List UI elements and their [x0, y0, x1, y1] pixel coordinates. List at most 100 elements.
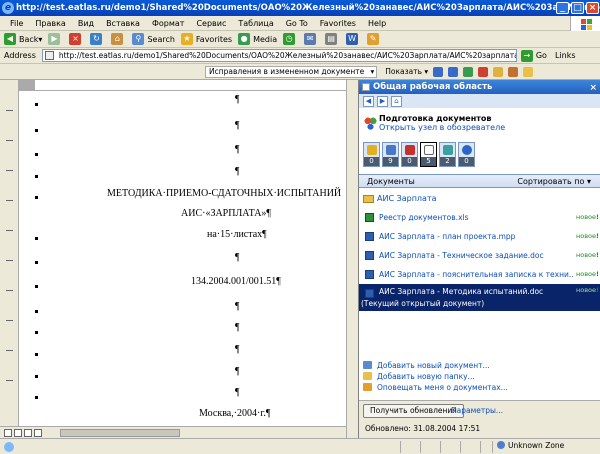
documents-label: Документы [367, 177, 415, 186]
paragraph-mark [35, 196, 38, 199]
discuss-button[interactable]: ✎ [367, 33, 382, 45]
list-item-selected[interactable]: АИС Зарплата - Методика испытаний.doc нов… [359, 284, 600, 311]
review-mode-dropdown[interactable]: Исправления в измененном документе [205, 65, 378, 78]
word-icon: W [346, 33, 359, 45]
menu-goto[interactable]: Go To [280, 19, 314, 28]
mail-button[interactable]: ✉ [304, 33, 319, 45]
open-site-link[interactable]: Открыть узел в обозревателе [379, 123, 505, 132]
track-changes-icon[interactable] [508, 66, 519, 77]
reject-change-icon[interactable] [478, 66, 489, 77]
reviewing-toolbar: Исправления в измененном документе Показ… [0, 64, 600, 80]
get-updates-button[interactable]: Получить обновления [363, 404, 464, 418]
excel-file-icon [365, 213, 374, 222]
project-file-icon [365, 232, 374, 241]
menu-edit[interactable]: Правка [29, 19, 71, 28]
new-folder-icon [363, 372, 372, 380]
show-dropdown[interactable]: Показать ▾ [385, 67, 428, 76]
home-icon[interactable]: ⌂ [391, 95, 402, 107]
window-title: http://test.eatlas.ru/demo1/Shared%20Doc… [16, 3, 600, 13]
home-button[interactable]: ⌂ [111, 33, 126, 45]
new-badge: новое! [573, 284, 599, 296]
page-icon [44, 51, 54, 60]
list-item[interactable]: АИС Зарплата - Техническое задание.doc но… [359, 246, 600, 265]
document-page[interactable]: ¶ ¶ ¶ ¶ МЕТОДИКА·ПРИЕМО-СДАТОЧНЫХ·ИСПЫТА… [19, 91, 346, 426]
pilcrow: ¶ [235, 301, 240, 312]
workspace-tabs: 0 9 0 5 2 0 [363, 142, 477, 167]
insert-comment-icon[interactable] [493, 66, 504, 77]
tab-status[interactable]: 0 [363, 142, 380, 167]
search-button[interactable]: ⚲ Search [132, 33, 175, 45]
menu-table[interactable]: Таблица [232, 19, 279, 28]
menu-insert[interactable]: Вставка [100, 19, 146, 28]
add-folder-link[interactable]: Добавить новую папку... [363, 371, 597, 382]
normal-view-icon[interactable] [4, 429, 12, 437]
print-button[interactable]: ▤ [325, 33, 340, 45]
tab-tasks[interactable]: 0 [401, 142, 418, 167]
menu-format[interactable]: Формат [146, 19, 190, 28]
forward-arrow-icon[interactable]: ▶ [377, 95, 388, 107]
stop-button[interactable]: × [69, 33, 84, 45]
previous-change-icon[interactable] [433, 66, 444, 77]
doc-code: 134.2004.001/001.51¶ [191, 276, 281, 287]
media-icon: ● [238, 33, 251, 45]
favorites-button[interactable]: ★ Favorites [180, 33, 232, 45]
edit-button[interactable]: W [346, 33, 361, 45]
horizontal-ruler [19, 80, 346, 91]
back-arrow-icon[interactable]: ◀ [363, 95, 374, 107]
folder-icon [363, 195, 374, 203]
sort-dropdown[interactable]: Сортировать по [517, 177, 591, 186]
go-button[interactable]: → Go [520, 49, 547, 62]
tab-documents[interactable]: 5 [420, 142, 437, 167]
paragraph-mark [35, 310, 38, 313]
address-input[interactable]: http://test.eatlas.ru/demo1/Shared%20Doc… [41, 49, 517, 62]
address-label: Address [4, 51, 36, 60]
updated-timestamp: Обновлено: 31.08.2004 17:51 [365, 424, 481, 433]
print-view-icon[interactable] [24, 429, 32, 437]
minimize-button[interactable]: _ [556, 2, 569, 14]
next-change-icon[interactable] [448, 66, 459, 77]
maximize-button[interactable]: □ [571, 2, 584, 14]
alert-me-link[interactable]: Оповещать меня о документах... [363, 382, 597, 393]
doc-title-line2: АИС·«ЗАРПЛАТА»¶ [181, 208, 271, 219]
tab-members[interactable]: 9 [382, 142, 399, 167]
tab-info[interactable]: 0 [458, 142, 475, 167]
media-button[interactable]: ● Media [238, 33, 277, 45]
back-button[interactable]: ◀ Back ▾ [4, 33, 42, 45]
pane-close-icon[interactable]: × [589, 81, 597, 95]
print-icon: ▤ [325, 33, 338, 45]
tab-links[interactable]: 2 [439, 142, 456, 167]
web-view-icon[interactable] [14, 429, 22, 437]
reviewing-pane-icon[interactable] [523, 66, 534, 77]
doc-sheets: на·15·листах¶ [207, 229, 267, 240]
paragraph-mark [35, 175, 38, 178]
refresh-button[interactable]: ↻ [90, 33, 105, 45]
document-horizontal-scrollbar[interactable] [0, 426, 346, 438]
close-button[interactable]: × [586, 2, 599, 14]
scroll-thumb[interactable] [60, 429, 180, 437]
menu-bar: File Правка Вид Вставка Формат Сервис Та… [0, 16, 600, 31]
list-item[interactable]: АИС Зарплата - план проекта.mpp новое! [359, 227, 600, 246]
menu-favorites[interactable]: Favorites [314, 19, 362, 28]
word-file-icon [365, 289, 374, 298]
menu-tools[interactable]: Сервис [190, 19, 232, 28]
folder-item[interactable]: АИС Зарплата [363, 194, 437, 203]
workspace-icon [364, 117, 377, 130]
accept-change-icon[interactable] [463, 66, 474, 77]
windows-logo-icon [570, 16, 600, 31]
history-button[interactable]: ◷ [283, 33, 298, 45]
add-document-link[interactable]: Добавить новый документ... [363, 360, 597, 371]
list-item[interactable]: Реестр документов.xls новое! [359, 208, 600, 227]
pilcrow: ¶ [235, 344, 240, 355]
menu-view[interactable]: Вид [72, 19, 100, 28]
mail-icon: ✉ [304, 33, 317, 45]
document-vertical-scrollbar[interactable] [346, 80, 358, 438]
forward-button[interactable]: ▶ [48, 33, 63, 45]
history-icon: ◷ [283, 33, 296, 45]
menu-help[interactable]: Help [362, 19, 392, 28]
options-link[interactable]: Параметры... [451, 406, 503, 415]
browser-window: e http://test.eatlas.ru/demo1/Shared%20D… [0, 0, 600, 454]
links-button[interactable]: Links [555, 51, 576, 60]
list-item[interactable]: АИС Зарплата - пояснительная записка к т… [359, 265, 600, 284]
menu-file[interactable]: File [4, 19, 29, 28]
outline-view-icon[interactable] [34, 429, 42, 437]
